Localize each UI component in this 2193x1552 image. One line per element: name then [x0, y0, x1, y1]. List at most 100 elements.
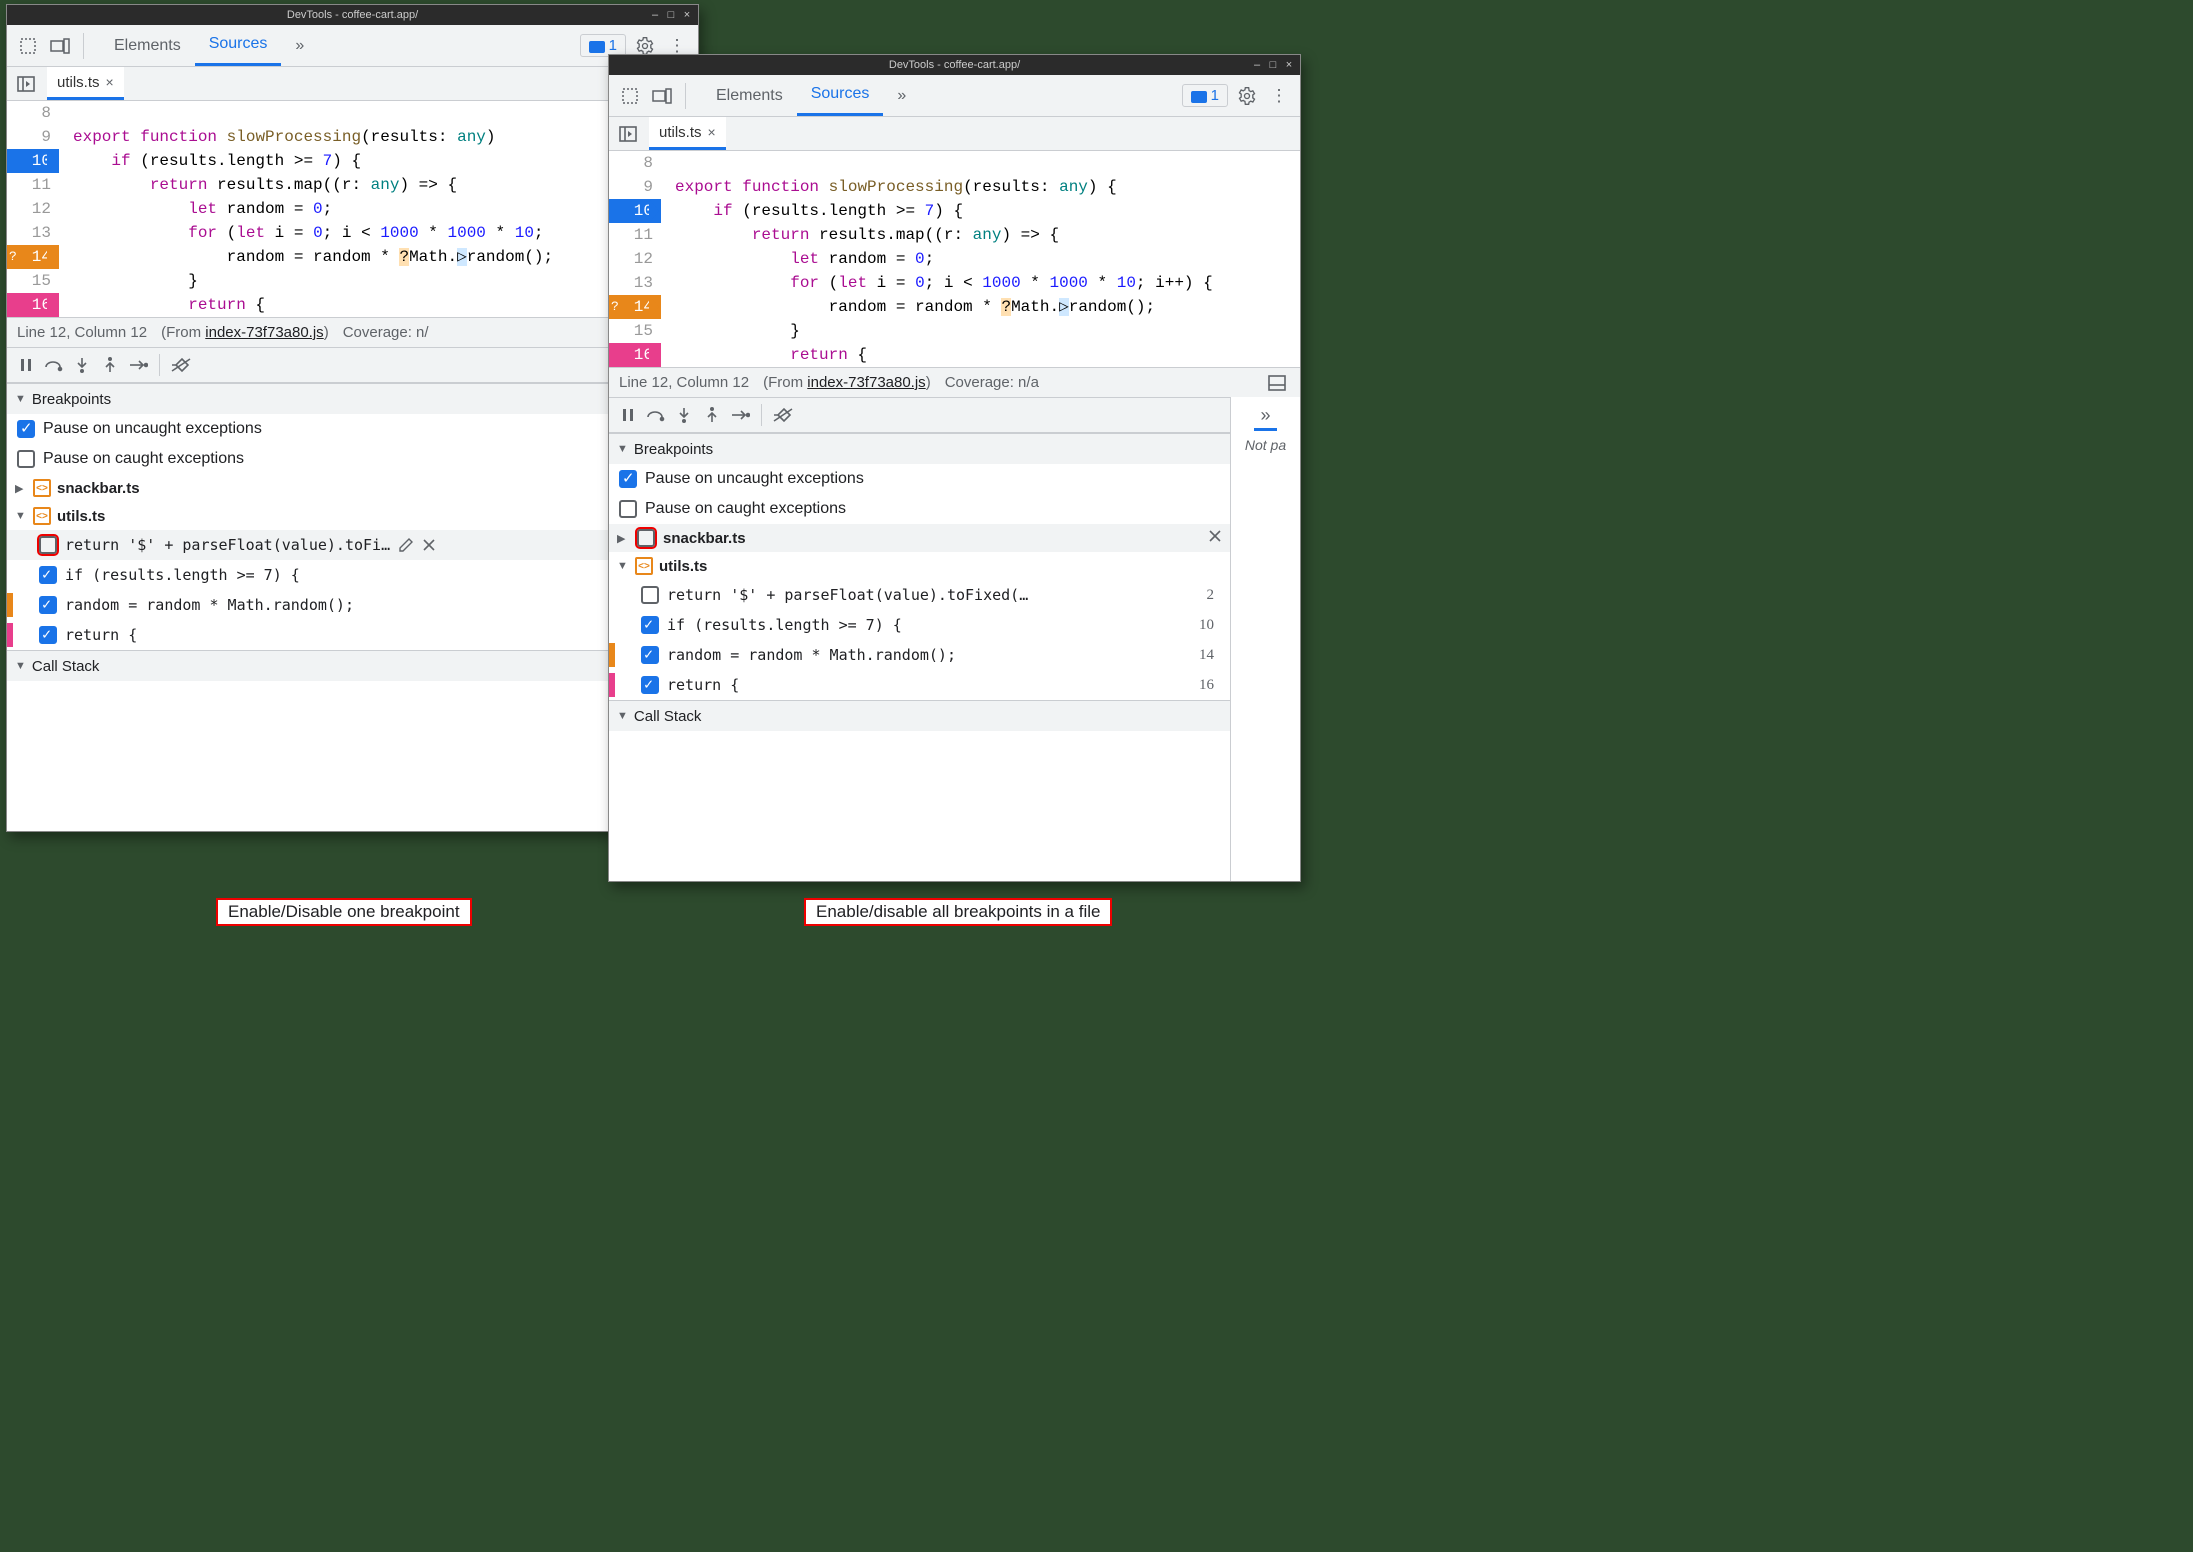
file-group-snackbar[interactable]: ▶ <> snackbar.ts	[7, 474, 698, 502]
toggle-navigator-icon[interactable]	[13, 71, 39, 97]
window-controls: – □ ×	[1250, 58, 1296, 72]
collapse-icon: ▼	[15, 510, 27, 522]
code-editor[interactable]: 8 9export function slowProcessing(result…	[7, 101, 698, 317]
close-icon[interactable]: ×	[1282, 58, 1296, 72]
maximize-icon[interactable]: □	[664, 8, 678, 22]
tab-sources[interactable]: Sources	[797, 75, 884, 116]
file-tabs: utils.ts ×	[609, 117, 1300, 151]
breakpoints-header[interactable]: ▼ Breakpoints	[609, 434, 1230, 464]
separator	[83, 33, 84, 59]
device-icon[interactable]	[47, 33, 73, 59]
deactivate-breakpoints-icon[interactable]	[168, 352, 194, 378]
breakpoint-row[interactable]: return { 16	[609, 670, 1230, 700]
pause-uncaught-row[interactable]: Pause on uncaught exceptions	[609, 464, 1230, 494]
remove-icon[interactable]	[1208, 529, 1222, 547]
checkbox-unchecked-icon[interactable]	[637, 529, 655, 547]
caption-right: Enable/disable all breakpoints in a file	[804, 898, 1112, 926]
file-group-utils[interactable]: ▼ <> utils.ts	[609, 552, 1230, 580]
device-icon[interactable]	[649, 83, 675, 109]
deactivate-breakpoints-icon[interactable]	[770, 402, 796, 428]
breakpoint-row[interactable]: return { 16	[7, 620, 698, 650]
title-text: DevTools - coffee-cart.app/	[287, 9, 418, 21]
more-tabs-icon[interactable]: »	[1254, 403, 1276, 431]
file-group-snackbar[interactable]: ▶ snackbar.ts	[609, 524, 1230, 552]
collapse-icon: ▼	[617, 560, 629, 572]
devtools-window-right: DevTools - coffee-cart.app/ – □ × Elemen…	[608, 54, 1301, 882]
checkbox-checked-icon[interactable]	[39, 596, 57, 614]
step-over-icon[interactable]	[643, 402, 669, 428]
checkbox-unchecked-icon[interactable]	[641, 586, 659, 604]
breakpoint-row[interactable]: return '$' + parseFloat(value).toFixed(……	[609, 580, 1230, 610]
cursor-position: Line 12, Column 12	[17, 324, 147, 341]
step-into-icon[interactable]	[671, 402, 697, 428]
tab-strip: Elements Sources »	[100, 25, 318, 66]
file-tab-utils[interactable]: utils.ts ×	[47, 67, 124, 100]
checkbox-checked-icon[interactable]	[641, 616, 659, 634]
source-map-from: (From index-73f73a80.js)	[763, 374, 931, 391]
callstack-header[interactable]: ▼ Call Stack	[609, 701, 1230, 731]
tab-more[interactable]: »	[281, 25, 318, 66]
checkbox-unchecked-icon[interactable]	[39, 536, 57, 554]
pause-caught-row[interactable]: Pause on caught exceptions	[609, 494, 1230, 524]
breakpoint-row[interactable]: if (results.length >= 7) { 10	[609, 610, 1230, 640]
toggle-navigator-icon[interactable]	[615, 121, 641, 147]
checkbox-checked-icon[interactable]	[641, 646, 659, 664]
expand-icon: ▶	[15, 482, 27, 495]
pause-icon[interactable]	[615, 402, 641, 428]
checkbox-checked-icon[interactable]	[619, 470, 637, 488]
tab-strip: Elements Sources »	[702, 75, 920, 116]
title-text: DevTools - coffee-cart.app/	[889, 59, 1020, 71]
step-into-icon[interactable]	[69, 352, 95, 378]
checkbox-unchecked-icon[interactable]	[17, 450, 35, 468]
pause-uncaught-row[interactable]: Pause on uncaught exceptions	[7, 414, 698, 444]
step-over-icon[interactable]	[41, 352, 67, 378]
breakpoint-row[interactable]: random = random * Math.random(); 14	[609, 640, 1230, 670]
callstack-header[interactable]: ▼ Call Stack	[7, 651, 698, 681]
collapse-icon: ▼	[15, 393, 26, 405]
tab-more[interactable]: »	[883, 75, 920, 116]
edit-icon[interactable]	[398, 537, 414, 553]
breakpoint-row[interactable]: random = random * Math.random(); 14	[7, 590, 698, 620]
remove-icon[interactable]	[422, 538, 436, 552]
breakpoints-header[interactable]: ▼ Breakpoints	[7, 384, 698, 414]
window-controls: – □ ×	[648, 8, 694, 22]
step-out-icon[interactable]	[97, 352, 123, 378]
pause-caught-row[interactable]: Pause on caught exceptions	[7, 444, 698, 474]
inspect-icon[interactable]	[617, 83, 643, 109]
show-drawer-icon[interactable]	[1264, 370, 1290, 396]
file-group-utils[interactable]: ▼ <> utils.ts	[7, 502, 698, 530]
minimize-icon[interactable]: –	[1250, 58, 1264, 72]
side-drawer: » Not pa	[1230, 397, 1300, 881]
breakpoint-row[interactable]: return '$' + parseFloat(value).toFi… 2	[7, 530, 698, 560]
collapse-icon: ▼	[617, 710, 628, 722]
checkbox-unchecked-icon[interactable]	[619, 500, 637, 518]
close-tab-icon[interactable]: ×	[106, 74, 114, 90]
kebab-icon[interactable]: ⋮	[1266, 83, 1292, 109]
ts-file-icon: <>	[33, 479, 51, 497]
tab-elements[interactable]: Elements	[702, 75, 797, 116]
close-icon[interactable]: ×	[680, 8, 694, 22]
checkbox-checked-icon[interactable]	[17, 420, 35, 438]
caption-left: Enable/Disable one breakpoint	[216, 898, 472, 926]
settings-icon[interactable]	[1234, 83, 1260, 109]
coverage-label: Coverage: n/a	[945, 374, 1039, 391]
issues-badge[interactable]: 1	[1182, 84, 1228, 107]
breakpoint-row[interactable]: if (results.length >= 7) { 10	[7, 560, 698, 590]
tab-elements[interactable]: Elements	[100, 25, 195, 66]
step-out-icon[interactable]	[699, 402, 725, 428]
step-icon[interactable]	[727, 402, 753, 428]
titlebar: DevTools - coffee-cart.app/ – □ ×	[609, 55, 1300, 75]
minimize-icon[interactable]: –	[648, 8, 662, 22]
checkbox-checked-icon[interactable]	[641, 676, 659, 694]
checkbox-checked-icon[interactable]	[39, 626, 57, 644]
maximize-icon[interactable]: □	[1266, 58, 1280, 72]
pause-icon[interactable]	[13, 352, 39, 378]
close-tab-icon[interactable]: ×	[708, 124, 716, 140]
inspect-icon[interactable]	[15, 33, 41, 59]
code-editor[interactable]: 8 9export function slowProcessing(result…	[609, 151, 1300, 367]
step-icon[interactable]	[125, 352, 151, 378]
callstack-panel: ▼ Call Stack	[7, 650, 698, 681]
tab-sources[interactable]: Sources	[195, 25, 282, 66]
file-tab-utils[interactable]: utils.ts ×	[649, 117, 726, 150]
checkbox-checked-icon[interactable]	[39, 566, 57, 584]
